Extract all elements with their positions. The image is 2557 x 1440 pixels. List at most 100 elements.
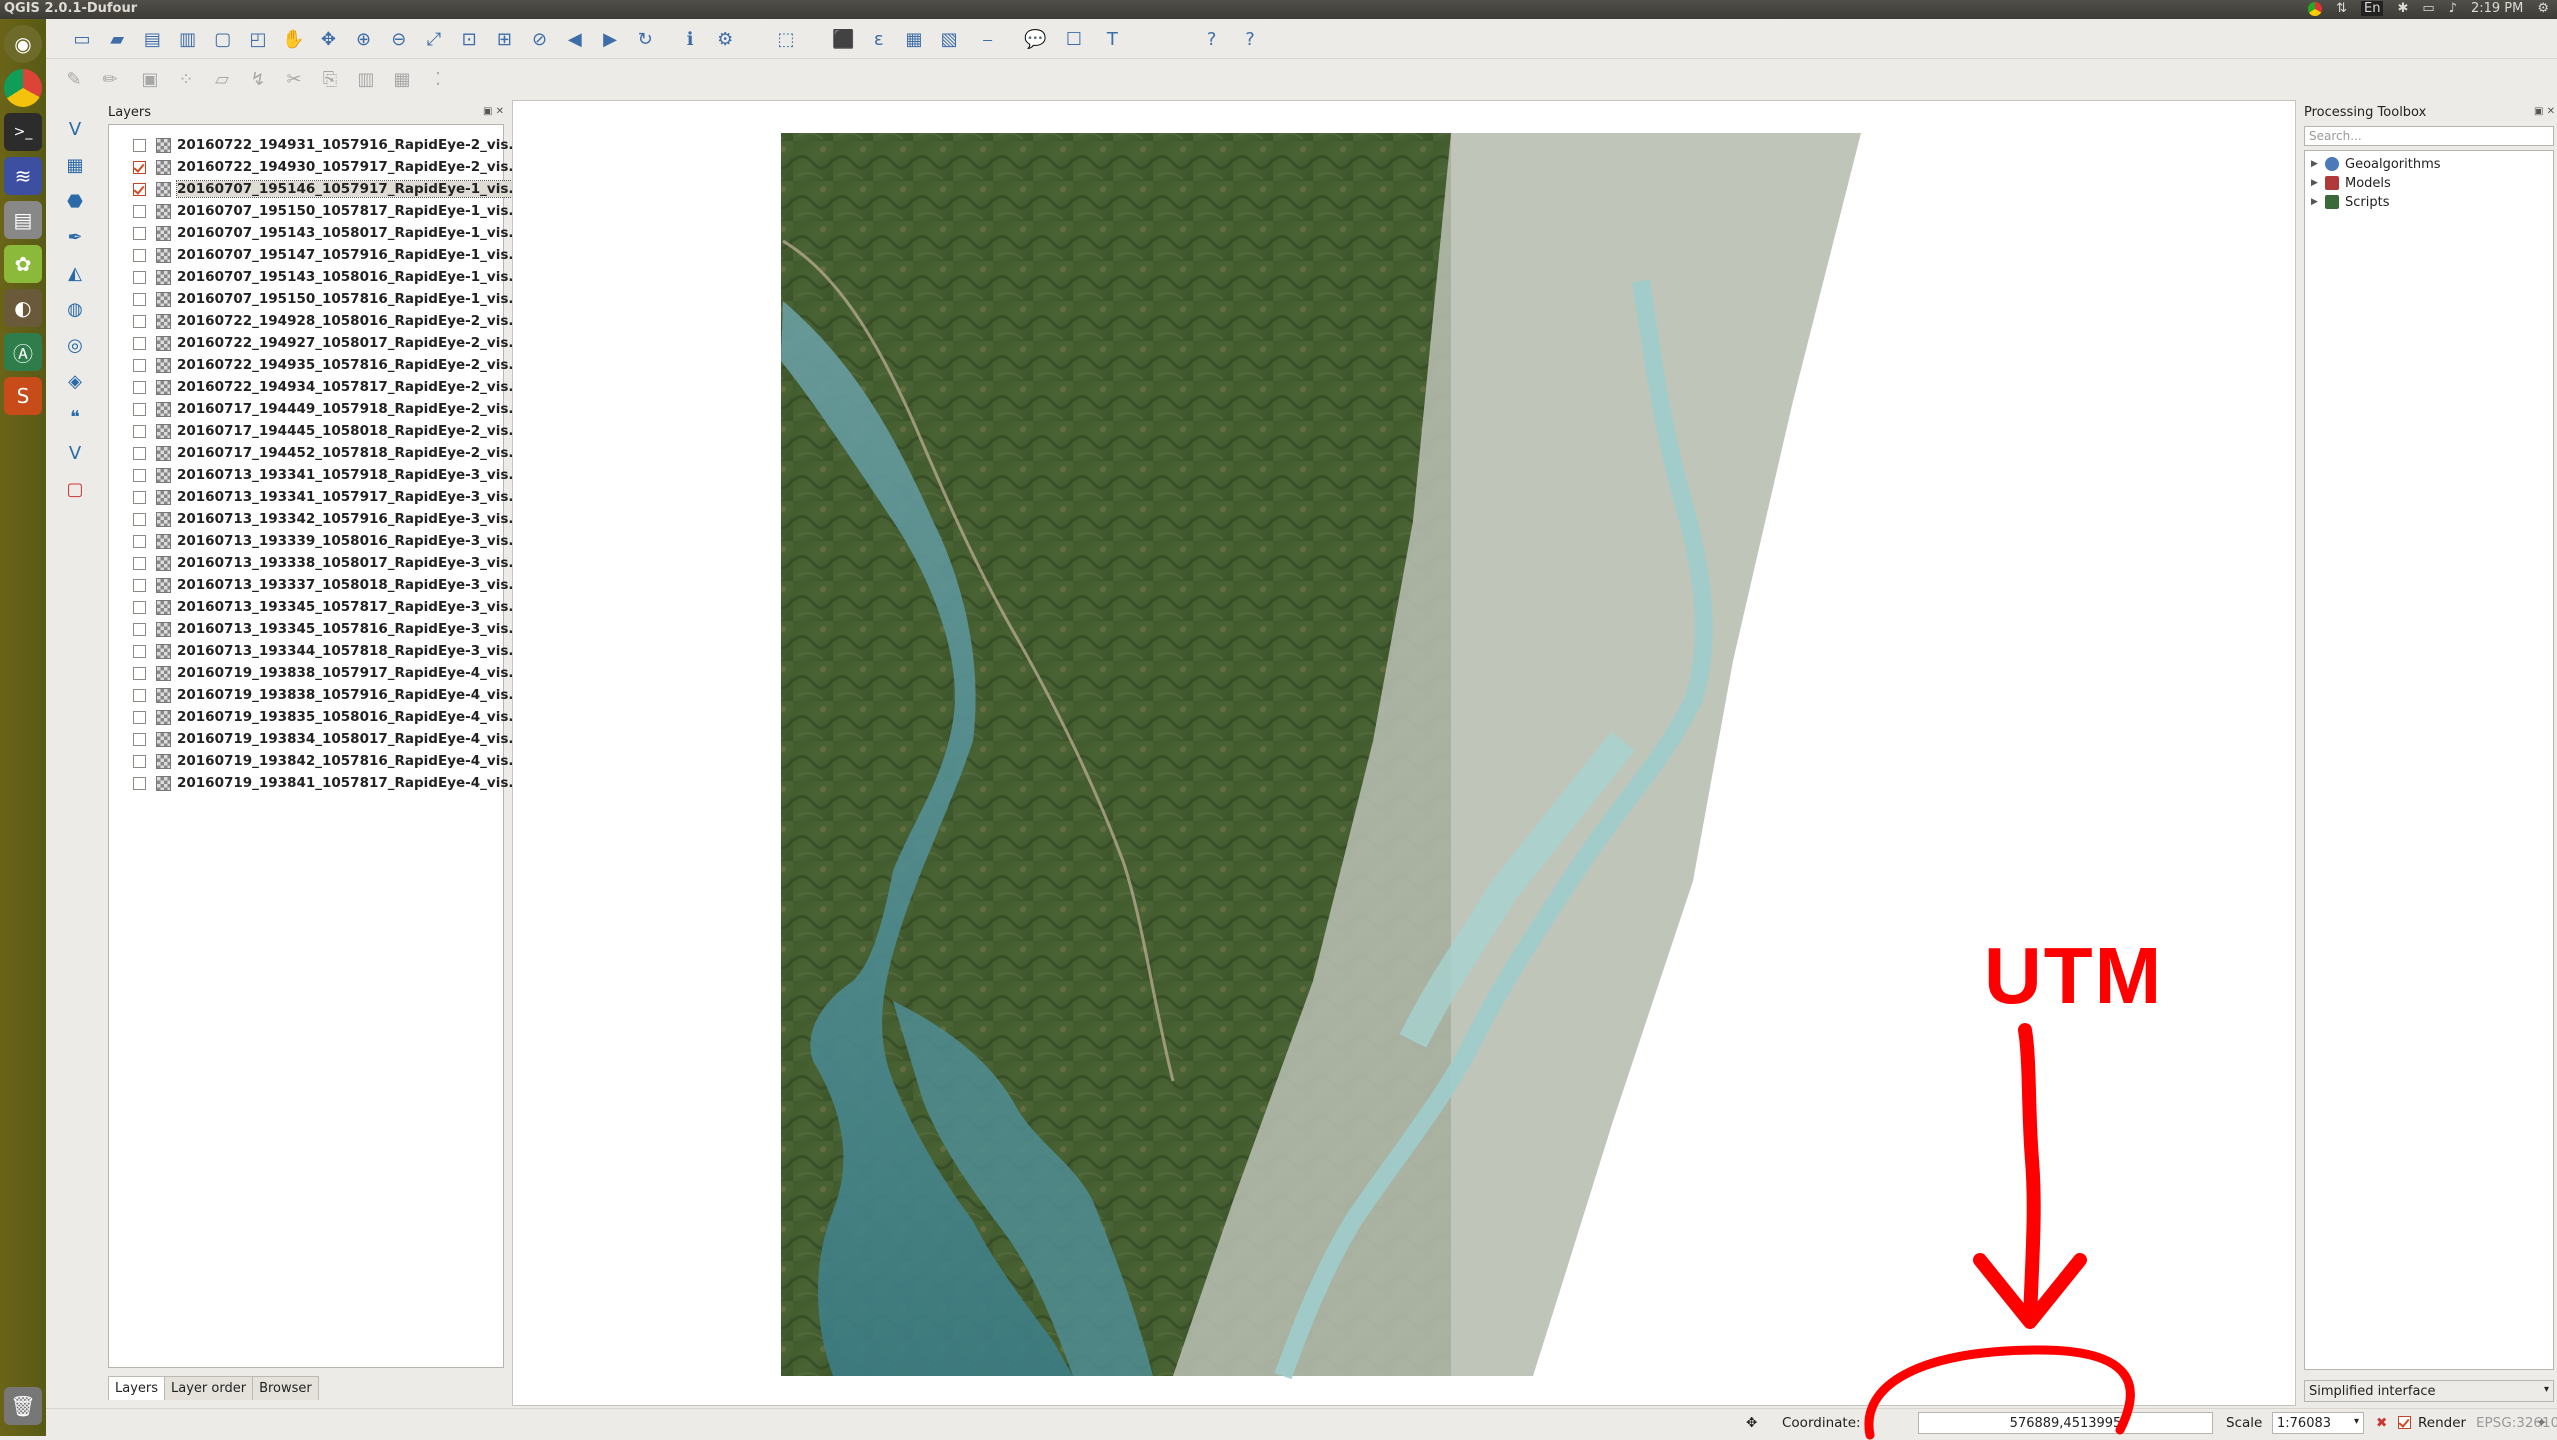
processing-mode-select[interactable]: Simplified interface ▾	[2304, 1380, 2554, 1402]
stop-render-icon[interactable]: ✖	[2376, 1415, 2387, 1431]
zoom-to-selection-icon[interactable]: ⊡	[455, 26, 483, 52]
cut-features-icon[interactable]: ⎘	[316, 66, 344, 92]
layer-visibility-checkbox[interactable]	[133, 600, 146, 614]
layer-item[interactable]: 20160707_195150_1057817_RapidEye-1_vis..…	[133, 200, 524, 222]
layer-visibility-checkbox[interactable]	[133, 754, 146, 768]
layer-item[interactable]: 20160707_195146_1057917_RapidEye-1_vis..…	[133, 178, 525, 200]
layer-item[interactable]: 20160722_194928_1058016_RapidEye-2_vis..…	[133, 310, 524, 332]
chrome-tray-icon[interactable]	[2308, 1, 2323, 16]
zoom-native-icon[interactable]: ⊘	[526, 26, 554, 52]
messages-icon[interactable]: ✦	[2536, 1415, 2547, 1431]
layer-item[interactable]: 20160719_193835_1058016_RapidEye-4_vis..…	[133, 706, 524, 728]
volume-icon[interactable]: ♪	[2449, 1, 2457, 16]
zoom-out-icon[interactable]: ⊖	[385, 26, 413, 52]
layer-item[interactable]: 20160717_194449_1057918_RapidEye-2_vis..…	[133, 398, 524, 420]
layer-item[interactable]: 20160713_193342_1057916_RapidEye-3_vis..…	[133, 508, 524, 530]
scale-select[interactable]: 1:76083 ▾	[2272, 1412, 2364, 1434]
layer-item[interactable]: 20160713_193344_1057818_RapidEye-3_vis..…	[133, 640, 524, 662]
composer-manager-icon[interactable]: ◰	[244, 26, 272, 52]
new-print-composer-icon[interactable]: ▢	[209, 26, 237, 52]
layer-visibility-checkbox[interactable]	[133, 776, 146, 790]
layer-visibility-checkbox[interactable]	[133, 336, 146, 350]
save-as-icon[interactable]: ▥	[174, 26, 202, 52]
layer-item[interactable]: 20160713_193341_1057918_RapidEye-3_vis..…	[133, 464, 524, 486]
layer-item[interactable]: 20160713_193338_1058017_RapidEye-3_vis..…	[133, 552, 524, 574]
layer-visibility-checkbox[interactable]	[133, 578, 146, 592]
help-icon[interactable]: ?	[1198, 26, 1226, 52]
layer-visibility-checkbox[interactable]	[133, 270, 146, 284]
node-tool-icon[interactable]: ↯	[244, 66, 272, 92]
refresh-icon[interactable]: ↻	[631, 26, 659, 52]
qgis-icon[interactable]: ✿	[4, 245, 42, 283]
coordinate-field[interactable]: 576889,4513995	[1918, 1412, 2213, 1434]
layer-item[interactable]: 20160722_194935_1057816_RapidEye-2_vis..…	[133, 354, 524, 376]
open-project-icon[interactable]: ▰	[103, 26, 131, 52]
save-layer-icon[interactable]: ▣	[136, 66, 164, 92]
pan-to-selection-icon[interactable]: ✥	[314, 26, 342, 52]
network-icon[interactable]: ⇅	[2336, 1, 2347, 16]
layer-visibility-checkbox[interactable]	[133, 468, 146, 482]
action-icon[interactable]: ⚙	[711, 26, 739, 52]
settings-gear-icon[interactable]: ⚙	[2537, 1, 2549, 16]
layer-visibility-checkbox[interactable]	[133, 556, 146, 570]
layer-item[interactable]: 20160719_193838_1057917_RapidEye-4_vis..…	[133, 662, 524, 684]
layer-item[interactable]: 20160713_193345_1057816_RapidEye-3_vis..…	[133, 618, 524, 640]
impress-icon[interactable]: S	[4, 377, 42, 415]
add-delimited-text-icon[interactable]: ❝	[60, 402, 90, 432]
bluetooth-icon[interactable]: ✱	[2397, 1, 2408, 16]
expand-arrow-icon[interactable]: ▶	[2311, 178, 2325, 188]
remove-layer-icon[interactable]: ▢	[60, 474, 90, 504]
select-icon[interactable]: ⬚	[772, 26, 800, 52]
annotation-icon[interactable]: 💬	[1022, 26, 1050, 52]
measure-icon[interactable]: ⎯	[974, 26, 1002, 52]
layer-visibility-checkbox[interactable]	[133, 402, 146, 416]
layer-visibility-checkbox[interactable]	[133, 490, 146, 504]
map-imagery[interactable]	[513, 101, 2296, 1406]
keyboard-layout-icon[interactable]: En	[2361, 1, 2384, 16]
layer-item[interactable]: 20160719_193841_1057817_RapidEye-4_vis..…	[133, 772, 524, 794]
add-wfs-layer-icon[interactable]: ◈	[60, 366, 90, 396]
layer-visibility-checkbox[interactable]	[133, 644, 146, 658]
deselect-icon[interactable]: ⬛	[830, 26, 858, 52]
statistics-icon[interactable]: ▧	[935, 26, 963, 52]
save-edits-icon[interactable]: ✏	[96, 66, 124, 92]
layer-visibility-checkbox[interactable]	[133, 138, 146, 152]
add-wcs-layer-icon[interactable]: ◎	[60, 330, 90, 360]
layer-visibility-checkbox[interactable]	[133, 424, 146, 438]
field-calculator-icon[interactable]: ε	[865, 26, 893, 52]
tab-layers[interactable]: Layers	[108, 1376, 166, 1400]
expand-arrow-icon[interactable]: ▶	[2311, 197, 2325, 207]
layer-item[interactable]: 20160719_193834_1058017_RapidEye-4_vis..…	[133, 728, 524, 750]
layer-visibility-checkbox[interactable]	[133, 292, 146, 306]
clock[interactable]: 2:19 PM	[2471, 1, 2523, 16]
layer-item[interactable]: 20160707_195143_1058016_RapidEye-1_vis..…	[133, 266, 524, 288]
delete-selected-icon[interactable]: ✂	[280, 66, 308, 92]
new-shapefile-icon[interactable]: V	[60, 438, 90, 468]
gimp-icon[interactable]: ◐	[4, 289, 42, 327]
zoom-to-layer-icon[interactable]: ⊞	[490, 26, 518, 52]
layer-visibility-checkbox[interactable]	[133, 314, 146, 328]
processing-search-input[interactable]: Search...	[2304, 126, 2554, 146]
tips-icon[interactable]: ☐	[1060, 26, 1088, 52]
toggle-editing-icon[interactable]: ✎	[60, 66, 88, 92]
panel-float-close-buttons[interactable]: ▣ ✕	[2534, 106, 2555, 117]
software-center-icon[interactable]: Ⓐ	[4, 333, 42, 371]
text-annotation-icon[interactable]: T	[1098, 26, 1126, 52]
zoom-in-icon[interactable]: ⊕	[350, 26, 378, 52]
add-spatialite-layer-icon[interactable]: ✒	[60, 222, 90, 252]
layer-item[interactable]: 20160713_193341_1057917_RapidEye-3_vis..…	[133, 486, 524, 508]
chrome-icon[interactable]	[4, 69, 42, 107]
save-project-icon[interactable]: ▤	[138, 26, 166, 52]
layer-item[interactable]: 20160713_193339_1058016_RapidEye-3_vis..…	[133, 530, 524, 552]
eclipse-icon[interactable]: ≋	[4, 157, 42, 195]
new-project-icon[interactable]: ▭	[68, 26, 96, 52]
add-postgis-layer-icon[interactable]: ⬣	[60, 186, 90, 216]
zoom-last-icon[interactable]: ◀	[561, 26, 589, 52]
add-raster-layer-icon[interactable]: ▦	[60, 150, 90, 180]
layer-visibility-checkbox[interactable]	[133, 204, 146, 218]
layer-item[interactable]: 20160722_194934_1057817_RapidEye-2_vis..…	[133, 376, 524, 398]
layer-item[interactable]: 20160719_193838_1057916_RapidEye-4_vis..…	[133, 684, 524, 706]
layer-visibility-checkbox[interactable]	[133, 380, 146, 394]
attribute-table-icon[interactable]: ▦	[900, 26, 928, 52]
layer-visibility-checkbox[interactable]	[133, 732, 146, 746]
